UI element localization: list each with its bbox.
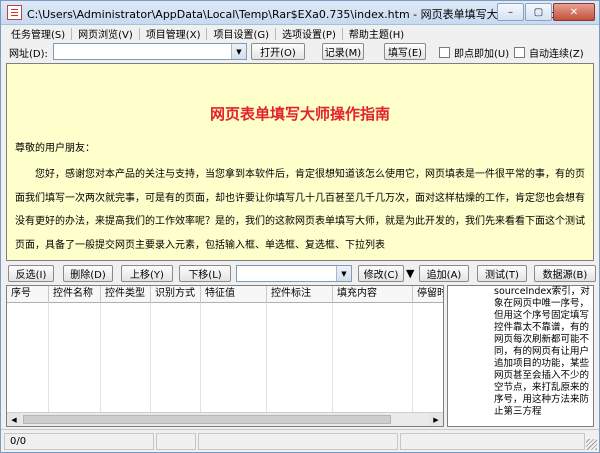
grid-line <box>266 303 267 412</box>
help-panel[interactable]: sourceIndex索引，对象在网页中唯一序号，但用这个序号固定填写控件靠太不… <box>447 285 594 427</box>
modify-dropdown-icon[interactable]: ▼ <box>406 267 414 280</box>
column-header[interactable]: 序号 <box>7 286 49 303</box>
status-bar: 0/0 <box>1 429 599 452</box>
reverse-select-button[interactable]: 反选(I) <box>8 265 54 282</box>
table-body <box>7 303 443 412</box>
item-toolbar: 反选(I) 删除(D) 上移(Y) 下移(L) ▼ 修改(C) ▼ 追加(A) … <box>1 265 599 283</box>
scroll-right-icon[interactable]: ▶ <box>429 413 443 426</box>
grid-line <box>100 303 101 412</box>
horizontal-scrollbar[interactable]: ◀ ▶ <box>7 412 443 426</box>
column-header[interactable]: 控件名称 <box>49 286 101 303</box>
instant-fill-label: 即点即加(U) <box>454 49 510 60</box>
grid-line <box>48 303 49 412</box>
column-header[interactable]: 填充内容 <box>333 286 413 303</box>
datasource-button[interactable]: 数据源(B) <box>534 265 596 282</box>
menu-option-settings[interactable]: 选项设置(P) <box>276 26 342 41</box>
delete-button[interactable]: 删除(D) <box>63 265 113 282</box>
status-count: 0/0 <box>4 433 154 450</box>
column-header[interactable]: 控件标注 <box>267 286 333 303</box>
record-button[interactable]: 记录(M) <box>322 43 364 60</box>
document-greeting: 尊敬的用户朋友： <box>15 143 95 154</box>
move-up-button[interactable]: 上移(Y) <box>121 265 173 282</box>
menu-project-settings[interactable]: 项目设置(G) <box>207 26 275 41</box>
scroll-thumb[interactable] <box>23 415 391 424</box>
document-paragraph: 您好，感谢您对本产品的关注与支持，当您拿到本软件后，肯定很想知道该怎么使用它，网… <box>15 169 585 251</box>
grid-line <box>332 303 333 412</box>
address-bar: 网址(D): ▼ 打开(O) 记录(M) 填写(E) 即点即加(U) 自动连续(… <box>1 42 599 61</box>
test-button[interactable]: 测试(T) <box>477 265 527 282</box>
status-cell <box>156 433 196 450</box>
table-header: 序号 控件名称 控件类型 识别方式 特征值 控件标注 填充内容 停留时 <box>7 286 443 303</box>
grid-line <box>200 303 201 412</box>
address-input[interactable]: ▼ <box>53 43 247 60</box>
status-cell <box>400 433 585 450</box>
grid-line <box>412 303 413 412</box>
resize-grip-icon[interactable] <box>586 439 597 450</box>
document-title: 网页表单填写大师操作指南 <box>209 105 390 123</box>
fill-button[interactable]: 填写(E) <box>384 43 426 60</box>
menu-bar: 任务管理(S) 网页浏览(V) 项目管理(X) 项目设置(G) 选项设置(P) … <box>1 25 599 42</box>
app-window: C:\Users\Administrator\AppData\Local\Tem… <box>0 0 600 453</box>
append-button[interactable]: 追加(A) <box>419 265 469 282</box>
item-select[interactable]: ▼ <box>236 265 352 282</box>
column-header[interactable]: 识别方式 <box>151 286 201 303</box>
app-icon <box>7 5 22 20</box>
title-bar[interactable]: C:\Users\Administrator\AppData\Local\Tem… <box>1 1 599 25</box>
modify-button[interactable]: 修改(C) <box>358 265 404 282</box>
status-cell <box>198 433 398 450</box>
scroll-left-icon[interactable]: ◀ <box>7 413 21 426</box>
open-button[interactable]: 打开(O) <box>251 43 305 60</box>
menu-task-management[interactable]: 任务管理(S) <box>5 26 71 41</box>
auto-continue-checkbox[interactable]: 自动连续(Z) <box>514 45 584 60</box>
column-header[interactable]: 特征值 <box>201 286 267 303</box>
checkbox-box <box>514 47 525 58</box>
auto-continue-label: 自动连续(Z) <box>529 49 584 60</box>
move-down-button[interactable]: 下移(L) <box>179 265 231 282</box>
chevron-down-icon[interactable]: ▼ <box>231 44 246 59</box>
column-header[interactable]: 停留时 <box>413 286 443 303</box>
address-label: 网址(D): <box>9 49 48 60</box>
maximize-button[interactable]: ▢ <box>525 3 552 21</box>
instant-fill-checkbox[interactable]: 即点即加(U) <box>439 45 509 60</box>
column-header[interactable]: 控件类型 <box>101 286 151 303</box>
chevron-down-icon[interactable]: ▼ <box>336 266 351 281</box>
grid-line <box>150 303 151 412</box>
web-content-pane[interactable]: 网页表单填写大师操作指南 尊敬的用户朋友： 您好，感谢您对本产品的关注与支持，当… <box>6 63 594 261</box>
checkbox-box <box>439 47 450 58</box>
minimize-button[interactable]: – <box>497 3 524 21</box>
control-list-table[interactable]: 序号 控件名称 控件类型 识别方式 特征值 控件标注 填充内容 停留时 ◀ ▶ <box>6 285 444 427</box>
menu-project-management[interactable]: 项目管理(X) <box>140 26 207 41</box>
menu-web-browse[interactable]: 网页浏览(V) <box>72 26 139 41</box>
window-controls: – ▢ ✕ <box>496 3 595 21</box>
menu-help[interactable]: 帮助主题(H) <box>343 26 410 41</box>
help-text: sourceIndex索引，对象在网页中唯一序号，但用这个序号固定填写控件靠太不… <box>494 286 590 417</box>
close-button[interactable]: ✕ <box>553 3 595 21</box>
